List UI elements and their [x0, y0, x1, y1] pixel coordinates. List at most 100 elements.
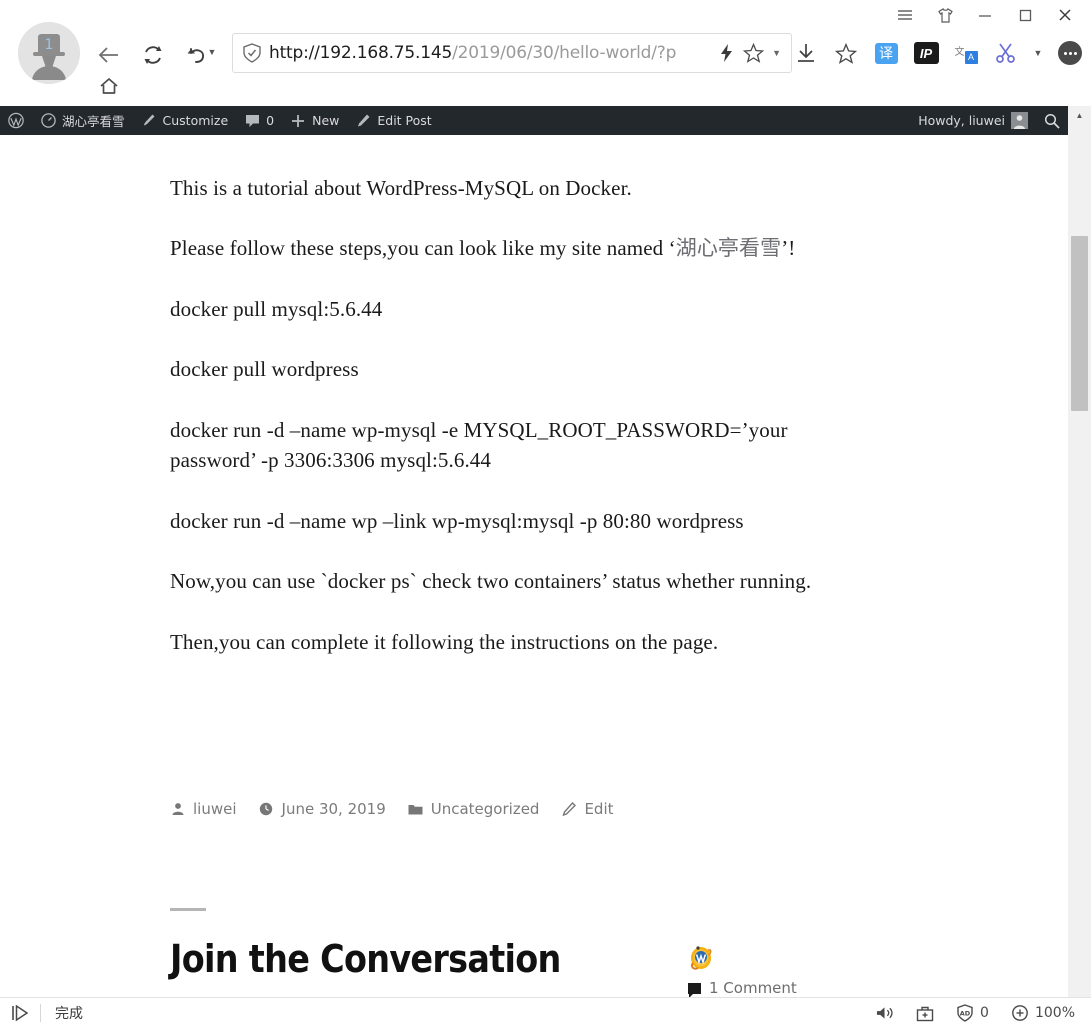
zoom-level-label: 100%	[1034, 1005, 1075, 1021]
scissors-icon[interactable]	[993, 40, 1019, 66]
adblock-count-label: 0	[980, 1005, 989, 1021]
more-menu-icon[interactable]	[1057, 40, 1083, 66]
undo-dropdown-caret-icon[interactable]: ▼	[204, 44, 220, 60]
translate-badge-icon[interactable]: 译	[873, 40, 899, 66]
post-meta-edit[interactable]: Edit	[561, 800, 614, 818]
star-outline-icon[interactable]	[833, 40, 859, 66]
status-bar-right: AD 0 100%	[876, 1004, 1091, 1022]
admin-bar-customize[interactable]: Customize	[133, 106, 237, 135]
category-label: Uncategorized	[430, 800, 540, 818]
wordpress-admin-bar: 湖心亭看雪 Customize 0 New Edit Post Howdy, l…	[0, 106, 1068, 135]
post-meta-date[interactable]: June 30, 2019	[259, 800, 386, 818]
download-icon[interactable]	[793, 40, 819, 66]
address-dropdown-caret-icon[interactable]: ▼	[772, 48, 781, 58]
date-label: June 30, 2019	[281, 800, 386, 818]
back-button[interactable]	[92, 38, 126, 72]
brush-icon	[141, 113, 157, 129]
svg-text:AD: AD	[960, 1010, 971, 1018]
comments-count-label: 0	[266, 113, 275, 128]
admin-bar-wp-logo[interactable]	[0, 106, 32, 135]
pencil-icon	[355, 113, 371, 129]
extension-toolbar: 译 IP 文 A ▼	[793, 32, 1083, 74]
speaker-status-item[interactable]	[876, 1004, 894, 1022]
author-person-icon	[170, 802, 185, 817]
close-button[interactable]	[1045, 1, 1085, 29]
shield-check-icon	[241, 42, 263, 64]
more-menu-dots	[1058, 41, 1082, 65]
browser-chrome: 1 ▼ http://192.168.75.145/2019/06/30/hel…	[0, 0, 1091, 178]
zoom-status-item[interactable]: 100%	[1011, 1004, 1075, 1022]
wordpress-logo-icon	[8, 112, 24, 129]
translate-a-icon[interactable]: 文 A	[953, 40, 979, 66]
site-name-label: 湖心亭看雪	[62, 114, 125, 129]
admin-bar-new[interactable]: New	[282, 106, 347, 135]
admin-bar-edit-post[interactable]: Edit Post	[347, 106, 439, 135]
scroll-up-arrow-icon[interactable]: ▲	[1068, 106, 1091, 124]
address-bar[interactable]: http://192.168.75.145/2019/06/30/hello-w…	[232, 33, 792, 73]
folder-icon	[408, 802, 423, 817]
scissors-dropdown-caret-icon[interactable]: ▼	[1033, 40, 1043, 66]
url-text[interactable]: http://192.168.75.145/2019/06/30/hello-w…	[269, 43, 716, 63]
url-path: /2019/06/30/hello-world/?p	[452, 43, 677, 63]
speaker-icon	[876, 1004, 894, 1022]
admin-bar-comments[interactable]: 0	[236, 106, 282, 135]
commenter-avatar[interactable]	[688, 943, 714, 971]
comment-bubble-icon	[244, 113, 260, 129]
plus-icon	[290, 113, 306, 129]
toolbox-icon	[916, 1004, 934, 1022]
user-avatar	[1011, 112, 1028, 129]
ip-badge-icon[interactable]: IP	[913, 40, 939, 66]
translate-a-letter: A	[964, 50, 978, 64]
post-meta-category[interactable]: Uncategorized	[408, 800, 540, 818]
new-label: New	[312, 113, 340, 128]
comments-section-title: Join the Conversation	[170, 937, 561, 981]
scrollbar-thumb[interactable]	[1071, 236, 1088, 411]
maximize-button[interactable]	[1005, 1, 1045, 29]
translate-badge-label: 译	[874, 42, 898, 64]
reload-button[interactable]	[136, 38, 170, 72]
adblock-shield-icon: AD	[956, 1004, 974, 1022]
step-play-icon[interactable]	[0, 1004, 40, 1022]
lightning-icon[interactable]	[720, 43, 733, 63]
admin-bar-search[interactable]	[1036, 106, 1068, 135]
section-divider-rule	[170, 908, 206, 911]
dashboard-icon	[40, 113, 56, 129]
ip-badge-label: IP	[913, 42, 939, 64]
page-content: This is a tutorial about WordPress-MySQL…	[0, 135, 1060, 997]
post-meta-author[interactable]: liuwei	[170, 800, 237, 818]
comment-filled-icon	[688, 982, 701, 997]
adblock-status-item[interactable]: AD 0	[956, 1004, 989, 1022]
post-paragraph: docker run -d –name wp-mysql -e MYSQL_RO…	[170, 417, 788, 473]
admin-bar-site-name[interactable]: 湖心亭看雪	[32, 106, 133, 135]
svg-text:1: 1	[45, 37, 54, 53]
edit-label: Edit	[584, 800, 614, 818]
comment-count[interactable]: 1 Comment	[688, 979, 808, 997]
paragraph-text-before: Please follow these steps,you can look l…	[170, 236, 676, 261]
clock-icon	[259, 802, 274, 817]
author-label: liuwei	[193, 800, 237, 818]
tshirt-theme-icon[interactable]	[925, 1, 965, 29]
comment-count-label: 1 Comment	[709, 979, 797, 997]
admin-bar-howdy[interactable]: Howdy, liuwei	[910, 106, 1036, 135]
post-paragraph: docker run -d –name wp –link wp-mysql:my…	[170, 508, 744, 533]
window-controls	[885, 0, 1085, 30]
toolbox-status-item[interactable]	[916, 1004, 934, 1022]
browser-window: 1 ▼ http://192.168.75.145/2019/06/30/hel…	[0, 0, 1091, 1028]
tab-strip: Edit Post ‹ 湖心亭看雪 – ✕ Hello world! – 湖心亭…	[0, 72, 1091, 178]
post-paragraph: docker pull wordpress	[170, 357, 359, 382]
post-content: This is a tutorial about WordPress-MySQL…	[170, 135, 870, 687]
comments-summary: 1 Comment	[688, 943, 808, 997]
customize-label: Customize	[162, 113, 229, 128]
menu-hamburger-icon[interactable]	[885, 1, 925, 29]
minimize-button[interactable]	[965, 1, 1005, 29]
admin-bar-right: Howdy, liuwei	[910, 106, 1068, 135]
status-bar: 完成 AD 0 100%	[0, 997, 1091, 1028]
search-icon	[1044, 113, 1060, 129]
post-paragraph: Now,you can use `docker ps` check two co…	[170, 569, 812, 594]
bookmark-star-icon[interactable]	[743, 43, 765, 63]
post-meta: liuwei June 30, 2019 Uncategorized Edit	[170, 800, 614, 818]
post-paragraph: docker pull mysql:5.6.44	[170, 296, 383, 321]
edit-post-label: Edit Post	[377, 113, 432, 128]
pencil-icon	[561, 802, 576, 817]
page-scrollbar[interactable]: ▲	[1068, 106, 1091, 997]
